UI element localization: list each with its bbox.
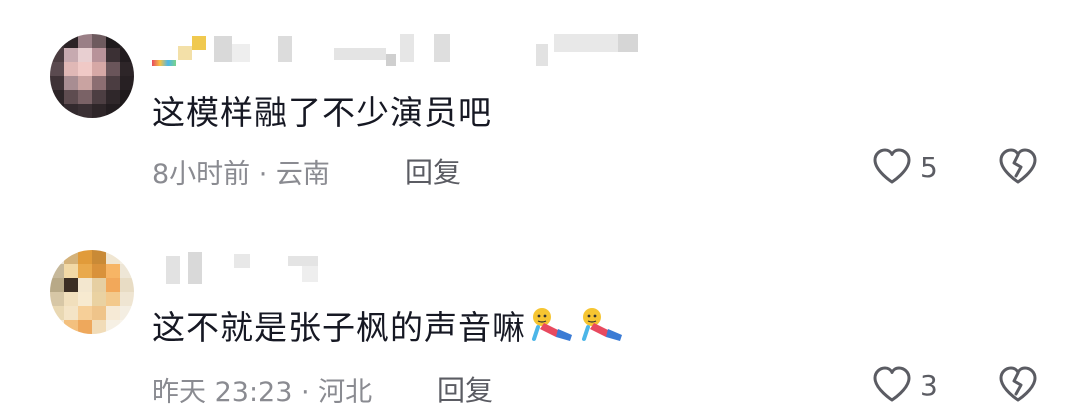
like-button[interactable]: 3 xyxy=(872,366,938,404)
comment-item: 这不就是张子枫的声音嘛 昨天 23:23 · 河北 回复 3 xyxy=(0,200,1080,417)
avatar[interactable] xyxy=(50,34,134,118)
lying-down-emoji-icon xyxy=(580,305,626,345)
heart-icon xyxy=(872,148,912,186)
dislike-button[interactable] xyxy=(998,148,1038,190)
comment-text-content: 这不就是张子枫的声音嘛 xyxy=(152,308,526,347)
comment-time-location: 8小时前 · 云南 xyxy=(152,159,330,190)
comment-time-location: 昨天 23:23 · 河北 xyxy=(152,377,373,408)
broken-heart-icon xyxy=(998,366,1038,408)
username-redacted[interactable] xyxy=(152,252,332,284)
like-count: 5 xyxy=(920,150,938,184)
avatar[interactable] xyxy=(50,250,134,334)
reply-button[interactable]: 回复 xyxy=(405,151,461,191)
like-count: 3 xyxy=(920,368,938,402)
lying-down-emoji-icon xyxy=(530,305,576,345)
reply-button[interactable]: 回复 xyxy=(437,369,493,409)
username-redacted[interactable] xyxy=(152,34,652,66)
comment-text-content: 这模样融了不少演员吧 xyxy=(152,93,492,132)
heart-icon xyxy=(872,366,912,404)
broken-heart-icon xyxy=(998,148,1038,190)
comment-item: 这模样融了不少演员吧 8小时前 · 云南 回复 5 xyxy=(0,0,1080,200)
comment-text: 这不就是张子枫的声音嘛 xyxy=(152,298,626,352)
dislike-button[interactable] xyxy=(998,366,1038,408)
like-button[interactable]: 5 xyxy=(872,148,938,186)
comment-text: 这模样融了不少演员吧 xyxy=(152,86,492,134)
